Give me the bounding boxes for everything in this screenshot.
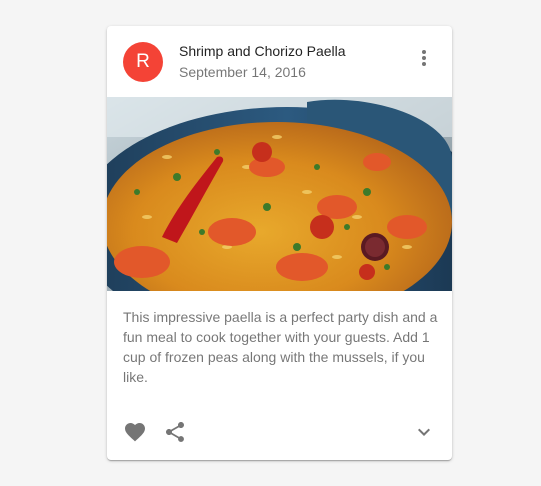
card-header: R Shrimp and Chorizo Paella September 14… xyxy=(107,26,452,97)
card-actions xyxy=(107,412,452,452)
share-icon xyxy=(166,422,184,442)
card-body-text: This impressive paella is a perfect part… xyxy=(123,309,438,385)
card-subheader: September 14, 2016 xyxy=(179,64,306,80)
recipe-card: R Shrimp and Chorizo Paella September 14… xyxy=(107,26,452,460)
favorite-icon xyxy=(125,423,145,442)
paella-image xyxy=(107,97,452,291)
expand-button[interactable] xyxy=(404,412,444,452)
share-button[interactable] xyxy=(155,412,195,452)
paella-dish-photo xyxy=(107,97,452,291)
card-title: Shrimp and Chorizo Paella xyxy=(179,43,346,59)
avatar: R xyxy=(123,42,163,82)
more-options-button[interactable] xyxy=(404,38,444,78)
expand-more-icon xyxy=(418,428,430,436)
more-vert-icon xyxy=(422,50,426,66)
favorite-button[interactable] xyxy=(115,412,155,452)
